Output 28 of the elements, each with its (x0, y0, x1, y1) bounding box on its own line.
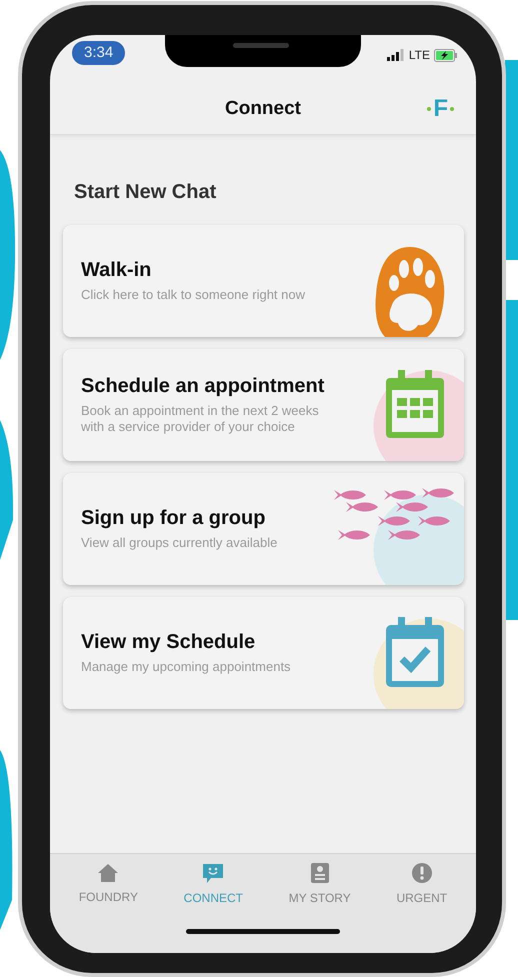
signal-icon (386, 49, 405, 61)
option-card[interactable]: View my Schedule Manage my upcoming appointments (63, 597, 464, 709)
option-description: Manage my upcoming appointments (81, 658, 292, 676)
logo: F (433, 95, 448, 123)
option-title: Sign up for a group (81, 506, 266, 529)
option-title: Schedule an appointment (81, 374, 326, 397)
option-card[interactable]: Schedule an appointment Book an appointment in the next 2 weeks with a service provider of your choice (63, 349, 464, 461)
option-title: Walk-in (81, 258, 152, 281)
calendar-icon (384, 370, 446, 440)
option-card[interactable]: Sign up for a group View all groups currently available (63, 473, 464, 585)
calendar-check-icon (384, 617, 446, 689)
chat-icon (202, 862, 224, 884)
status-time: 3:34 (72, 41, 126, 65)
option-description: Click here to talk to someone right now (81, 286, 306, 304)
paw-icon (374, 245, 446, 337)
page-title: Connect (225, 97, 301, 122)
logo-dot (427, 107, 432, 111)
section-title: Start New Chat (74, 180, 218, 205)
option-description: Book an appointment in the next 2 weeks with a service provider of your choice (81, 402, 320, 436)
option-description: View all groups currently available (81, 534, 278, 552)
logo-dot (450, 107, 454, 111)
option-title: View my Schedule (81, 630, 256, 653)
book-icon (310, 862, 330, 884)
network-label: LTE (408, 47, 430, 64)
alert-icon (410, 862, 433, 884)
home-icon (97, 863, 120, 883)
option-card[interactable]: Walk-in Click here to talk to someone right now (63, 225, 464, 337)
speaker (233, 43, 289, 48)
